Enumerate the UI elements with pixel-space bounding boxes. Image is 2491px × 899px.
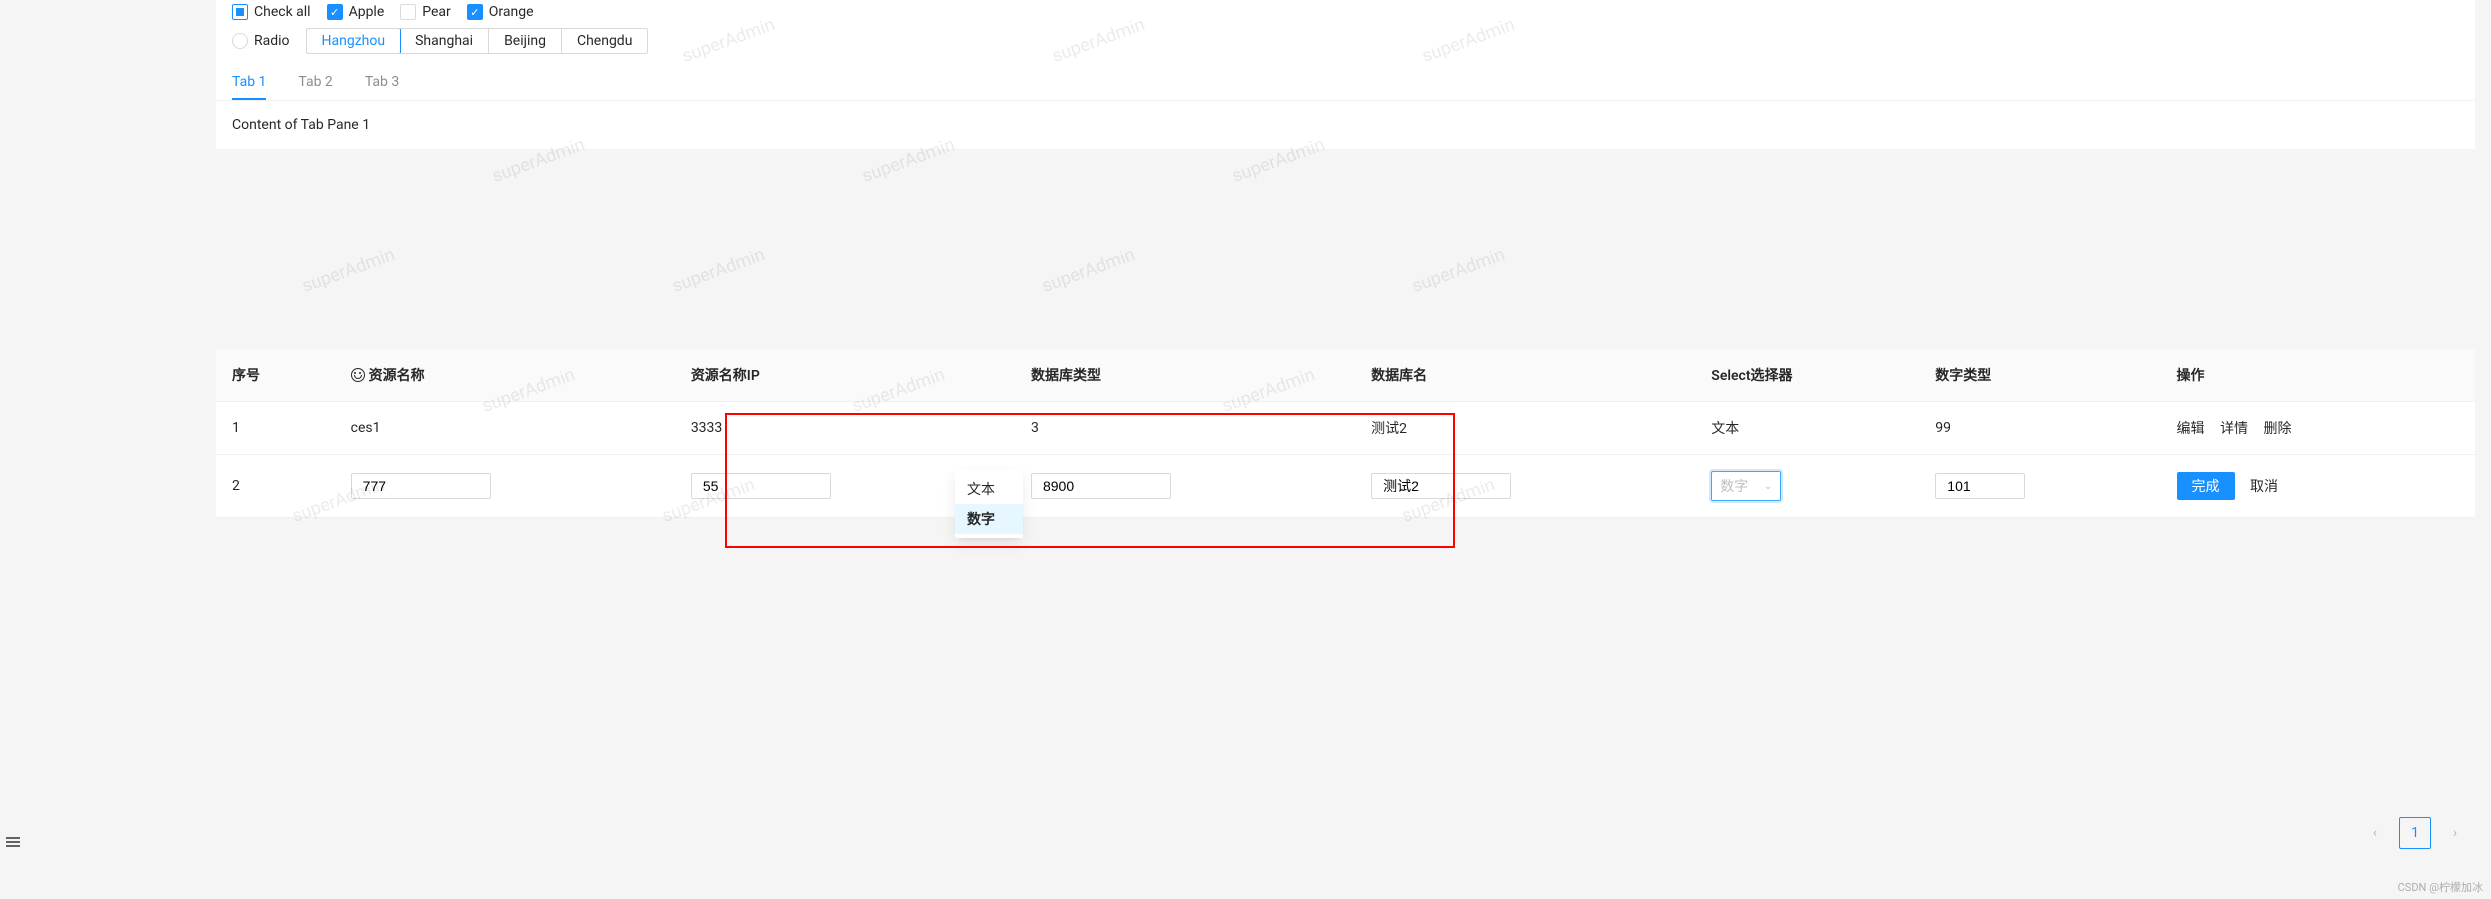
page-1[interactable]: 1 xyxy=(2399,817,2431,849)
ip-input[interactable] xyxy=(691,473,831,499)
col-action: 操作 xyxy=(2161,349,2475,402)
tab-3[interactable]: Tab 3 xyxy=(365,66,399,100)
menu-collapse-icon[interactable] xyxy=(6,835,20,849)
option-number[interactable]: 数字 xyxy=(955,504,1023,534)
radio-shanghai[interactable]: Shanghai xyxy=(400,29,489,53)
edit-button[interactable]: 编辑 xyxy=(2177,421,2205,437)
col-name: 资源名称 xyxy=(335,349,675,402)
radio-label[interactable]: Radio xyxy=(232,33,290,49)
col-dbname: 数据库名 xyxy=(1355,349,1695,402)
col-dbtype: 数据库类型 xyxy=(1015,349,1355,402)
delete-button[interactable]: 删除 xyxy=(2264,421,2292,437)
radio-hangzhou[interactable]: Hangzhou xyxy=(306,28,402,54)
select-dropdown[interactable]: 数字 ⌄ xyxy=(1711,471,1781,501)
num-input[interactable] xyxy=(1935,473,2025,499)
table-row: 1 ces1 3333 3 测试2 文本 99 编辑 详情 删除 xyxy=(216,402,2475,455)
data-table: 序号 资源名称 资源名称IP 数据库类型 数据库名 Select选择器 数字类型… xyxy=(216,349,2475,518)
col-numtype: 数字类型 xyxy=(1919,349,2160,402)
checkbox-all[interactable]: Check all xyxy=(232,4,311,20)
footer-credit: CSDN @柠檬加冰 xyxy=(2398,879,2483,895)
checkbox-orange[interactable]: ✓Orange xyxy=(467,4,534,20)
col-ip: 资源名称IP xyxy=(675,349,1015,402)
page-prev[interactable]: ‹ xyxy=(2359,817,2391,849)
col-select: Select选择器 xyxy=(1695,349,1919,402)
dbtype-input[interactable] xyxy=(1031,473,1171,499)
pagination: ‹ 1 › xyxy=(2359,817,2471,849)
smile-icon xyxy=(351,368,365,382)
dbname-input[interactable] xyxy=(1371,473,1511,499)
checkbox-apple[interactable]: ✓Apple xyxy=(327,4,385,20)
page-next[interactable]: › xyxy=(2439,817,2471,849)
done-button[interactable]: 完成 xyxy=(2177,472,2235,500)
col-index: 序号 xyxy=(216,349,335,402)
detail-button[interactable]: 详情 xyxy=(2220,421,2248,437)
name-input[interactable] xyxy=(351,473,491,499)
radio-beijing[interactable]: Beijing xyxy=(489,29,562,53)
checkbox-pear[interactable]: Pear xyxy=(400,4,451,20)
tab-2[interactable]: Tab 2 xyxy=(298,66,332,100)
option-text[interactable]: 文本 xyxy=(955,474,1023,504)
chevron-down-icon: ⌄ xyxy=(1764,481,1772,492)
table-row-editing: 2 数字 ⌄ 完成 取消 xyxy=(216,455,2475,518)
cancel-button[interactable]: 取消 xyxy=(2250,479,2278,495)
select-dropdown-menu: 文本 数字 xyxy=(955,470,1023,538)
tab-content: Content of Tab Pane 1 xyxy=(216,101,2475,149)
tab-1[interactable]: Tab 1 xyxy=(232,66,266,100)
radio-chengdu[interactable]: Chengdu xyxy=(562,29,647,53)
